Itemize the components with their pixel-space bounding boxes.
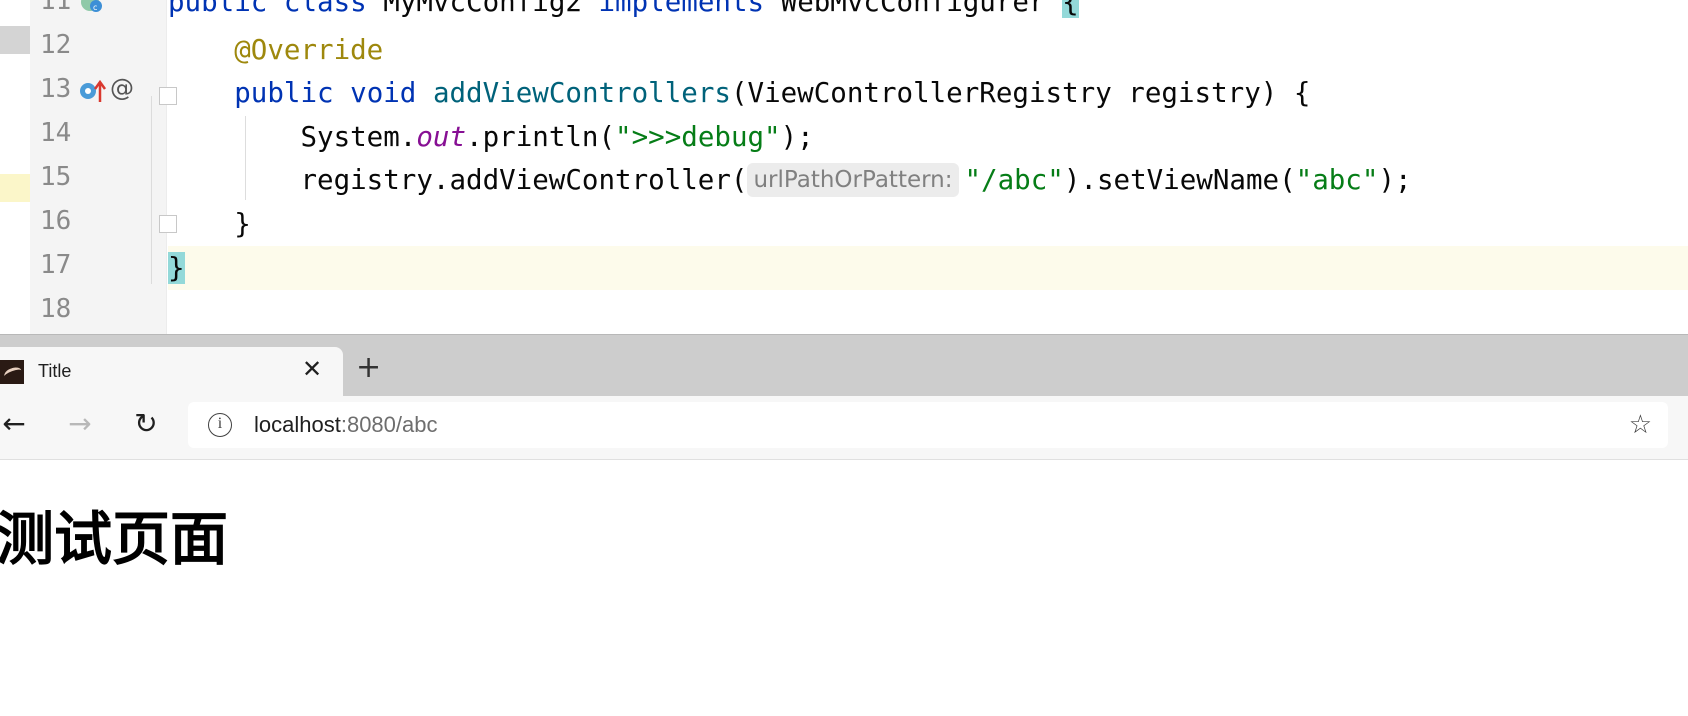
code-token: .println( <box>466 121 616 153</box>
gutter-line: 16 <box>30 200 167 244</box>
code-line[interactable]: } <box>168 246 1688 290</box>
url-host: localhost <box>254 412 341 437</box>
code-token: addViewControllers <box>432 77 731 109</box>
line-number: 14 <box>40 118 72 148</box>
favicon-icon <box>0 360 24 384</box>
code-area[interactable]: public class MyMvcConfig2 implements Web… <box>168 0 1688 334</box>
tab-strip: Title ✕ + <box>0 334 1688 397</box>
tab-title: Title <box>38 361 72 381</box>
add-favorite-icon[interactable]: ☆ <box>1629 410 1652 440</box>
code-token: registry.addViewController( <box>168 164 748 196</box>
forward-button[interactable]: → <box>60 404 100 444</box>
code-token: @Override <box>234 34 384 66</box>
code-token: System. <box>168 121 417 153</box>
gutter-line: 17 <box>30 244 167 288</box>
svg-text:c: c <box>93 3 97 12</box>
code-line[interactable]: public void addViewControllers(ViewContr… <box>168 71 1688 115</box>
line-number: 12 <box>40 30 72 60</box>
line-number: 17 <box>40 250 72 280</box>
code-token: WebMvcConfigurer <box>764 0 1063 18</box>
code-token: } <box>168 208 251 240</box>
code-token: class <box>283 0 367 18</box>
code-editor[interactable]: 11 c 12 13 @ 14 15 16 17 18 public class… <box>0 0 1688 334</box>
url-path: :8080/abc <box>340 412 438 437</box>
line-number: 18 <box>40 294 72 324</box>
browser-window: Title ✕ + ← → ↻ i localhost:8080/abc ☆ 测… <box>0 334 1688 716</box>
code-line[interactable]: } <box>168 202 1688 246</box>
code-line[interactable]: registry.addViewController(urlPathOrPatt… <box>168 158 1688 202</box>
code-token: void <box>350 77 417 109</box>
editor-gutter: 11 c 12 13 @ 14 15 16 17 18 <box>30 0 167 334</box>
code-token: out <box>416 121 467 153</box>
browser-tab[interactable]: Title ✕ <box>0 347 343 397</box>
indent-guide <box>245 116 246 200</box>
gutter-line: 15 <box>30 156 167 200</box>
code-token: public <box>168 0 268 18</box>
gutter-line: 11 c <box>30 0 167 24</box>
code-token: ">>>debug" <box>615 121 781 153</box>
code-token: { <box>1062 0 1079 18</box>
reload-button[interactable]: ↻ <box>126 404 166 444</box>
code-line[interactable]: public class MyMvcConfig2 implements Web… <box>168 0 1688 24</box>
code-token: } <box>168 252 185 284</box>
line-number: 16 <box>40 206 72 236</box>
info-icon[interactable]: i <box>208 413 232 437</box>
code-token: ); <box>1378 164 1412 196</box>
code-token: public <box>234 77 334 109</box>
line-number: 13 <box>40 74 72 104</box>
annotation-icon[interactable]: @ <box>110 74 134 102</box>
override-icon[interactable] <box>78 78 108 108</box>
code-token: ).setViewName( <box>1063 164 1296 196</box>
page-heading: 测试页面 <box>0 505 229 573</box>
code-token: MyMvcConfig2 <box>366 0 599 18</box>
gutter-line: 13 @ <box>30 68 167 112</box>
gutter-line: 14 <box>30 112 167 156</box>
gutter-line: 12 <box>30 24 167 68</box>
line-number: 11 <box>40 0 72 16</box>
close-icon[interactable]: ✕ <box>302 355 322 383</box>
code-token: ); <box>780 121 814 153</box>
code-token: "/abc" <box>964 164 1064 196</box>
code-line[interactable]: @Override <box>168 28 1688 72</box>
class-icon[interactable]: c <box>78 0 106 20</box>
code-token: implements <box>598 0 765 18</box>
code-token: (ViewControllerRegistry registry) { <box>730 77 1311 109</box>
fold-guide <box>151 96 152 284</box>
tool-window-strip <box>0 0 30 334</box>
url-text[interactable]: localhost:8080/abc <box>254 412 437 438</box>
code-line[interactable] <box>168 290 1688 334</box>
line-number: 15 <box>40 162 72 192</box>
strip-marker <box>0 26 30 54</box>
code-token: "abc" <box>1295 164 1379 196</box>
parameter-hint: urlPathOrPattern: <box>747 163 959 197</box>
back-button[interactable]: ← <box>0 404 34 444</box>
address-bar[interactable]: i localhost:8080/abc ☆ <box>188 402 1668 448</box>
code-line[interactable]: System.out.println(">>>debug"); <box>168 115 1688 159</box>
browser-toolbar: ← → ↻ i localhost:8080/abc ☆ <box>0 396 1688 460</box>
new-tab-button[interactable]: + <box>356 353 381 383</box>
gutter-line: 18 <box>30 288 167 332</box>
strip-marker <box>0 174 30 202</box>
page-content: 测试页面 <box>0 460 1688 716</box>
